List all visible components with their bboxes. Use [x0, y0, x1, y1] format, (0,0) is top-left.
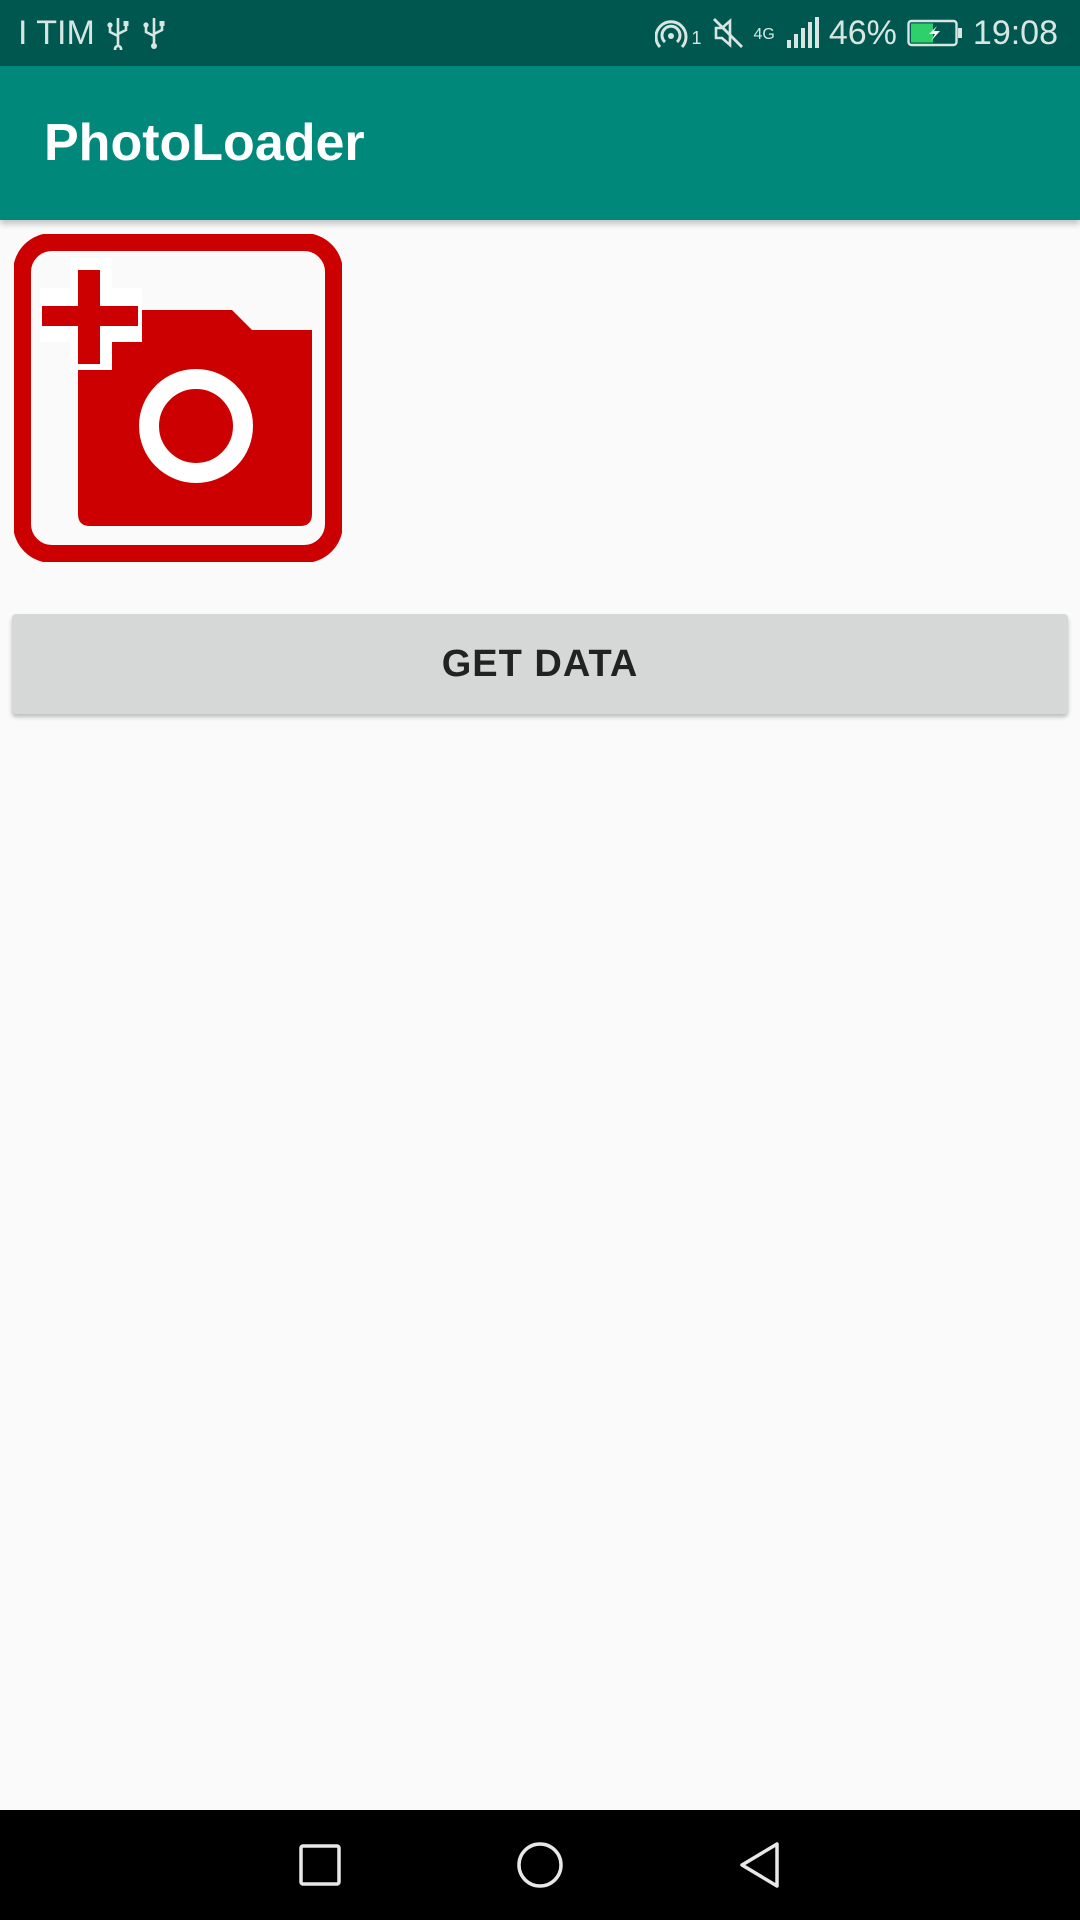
navigation-bar [0, 1810, 1080, 1920]
carrier-label: I TIM [18, 13, 95, 52]
clock: 19:08 [972, 13, 1058, 52]
usb-icon [105, 16, 131, 50]
app-title: PhotoLoader [44, 114, 365, 172]
recents-icon[interactable] [285, 1830, 355, 1900]
network-type: 4G [753, 25, 775, 43]
battery-charging-icon [907, 18, 963, 48]
main-content: GET DATA [0, 220, 1080, 1810]
hotspot-icon [655, 16, 691, 50]
back-icon[interactable] [725, 1830, 795, 1900]
usb-icon [141, 16, 167, 50]
signal-icon [785, 16, 819, 50]
add-photo-icon [13, 233, 343, 563]
app-bar: PhotoLoader [0, 66, 1080, 220]
signal-superscript: 1 [691, 27, 702, 48]
home-icon[interactable] [505, 1830, 575, 1900]
battery-percent: 46% [828, 13, 897, 52]
mute-icon [712, 16, 744, 50]
status-bar: I TIM 1 4G 46% 19:08 [0, 0, 1080, 66]
get-data-button[interactable]: GET DATA [12, 614, 1068, 714]
